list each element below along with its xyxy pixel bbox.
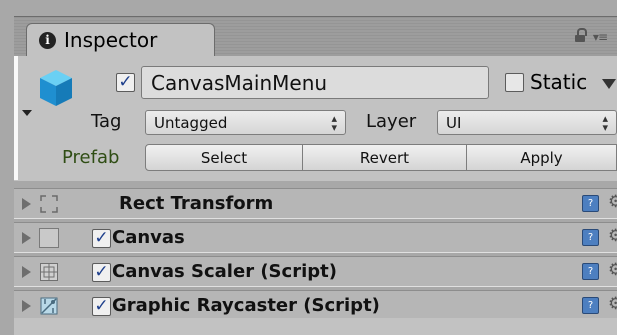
help-book-icon[interactable]: ? [582, 263, 599, 280]
static-dropdown-arrow-icon[interactable] [602, 79, 616, 89]
tag-label: Tag [91, 111, 122, 132]
gear-icon[interactable]: ⚙ [608, 260, 617, 280]
component-rect-transform[interactable]: Rect Transform ? ⚙ [14, 188, 617, 219]
canvas-scaler-icon [40, 263, 58, 281]
inspector-empty-area [14, 318, 617, 335]
component-name: Canvas [112, 227, 185, 248]
prefab-button-group: Select Revert Apply [145, 144, 617, 171]
rect-transform-icon [40, 195, 58, 213]
fold-arrow-icon[interactable] [22, 198, 31, 210]
checkmark-icon: ✓ [94, 228, 109, 248]
tag-value: Untagged [154, 113, 228, 132]
prefab-revert-button[interactable]: Revert [303, 144, 467, 171]
fold-arrow-icon[interactable] [22, 266, 31, 278]
static-label: Static [530, 70, 588, 94]
gear-icon[interactable]: ⚙ [608, 192, 617, 212]
component-enabled-checkbox[interactable]: ✓ [92, 263, 111, 282]
layer-value: UI [446, 113, 462, 132]
object-name-field[interactable]: CanvasMainMenu [141, 66, 489, 99]
lock-icon[interactable] [574, 28, 587, 42]
checkmark-icon: ✓ [94, 262, 109, 282]
component-name: Canvas Scaler (Script) [112, 261, 337, 282]
checkmark-icon: ✓ [94, 296, 109, 316]
help-book-icon[interactable]: ? [582, 195, 599, 212]
gear-icon[interactable]: ⚙ [608, 226, 617, 246]
help-book-icon[interactable]: ? [582, 229, 599, 246]
help-book-icon[interactable]: ? [582, 297, 599, 314]
prefab-apply-button[interactable]: Apply [467, 144, 617, 171]
layer-dropdown[interactable]: UI ▴ ▾ [437, 110, 617, 135]
gear-icon[interactable]: ⚙ [608, 294, 617, 314]
component-canvas-scaler[interactable]: ✓ Canvas Scaler (Script) ? ⚙ [14, 256, 617, 287]
tab-controls: ▾≡ [574, 28, 608, 44]
graphic-raycaster-icon [40, 297, 58, 315]
panel-edge [14, 56, 18, 180]
component-name: Graphic Raycaster (Script) [112, 295, 380, 316]
component-enabled-checkbox[interactable]: ✓ [92, 229, 111, 248]
tag-dropdown[interactable]: Untagged ▴ ▾ [145, 110, 346, 135]
chevron-updown-icon: ▴ ▾ [602, 112, 608, 134]
object-name-value: CanvasMainMenu [151, 70, 328, 95]
component-name: Rect Transform [119, 193, 274, 214]
tab-inspector[interactable]: i Inspector [26, 23, 215, 56]
component-enabled-checkbox[interactable]: ✓ [92, 297, 111, 316]
prefab-select-button[interactable]: Select [145, 144, 303, 171]
tab-menu-icon[interactable]: ▾≡ [593, 30, 608, 44]
gameobject-cube-icon[interactable] [38, 68, 74, 108]
layer-label: Layer [366, 111, 417, 132]
active-checkbox[interactable]: ✓ [116, 73, 135, 92]
info-icon: i [39, 31, 56, 49]
tab-inspector-label: Inspector [64, 28, 158, 52]
fold-arrow-icon[interactable] [22, 300, 31, 312]
checkmark-icon: ✓ [118, 72, 133, 92]
component-canvas[interactable]: ✓ Canvas ? ⚙ [14, 222, 617, 253]
fold-arrow-icon[interactable] [22, 232, 31, 244]
chevron-updown-icon: ▴ ▾ [331, 112, 337, 134]
canvas-icon [39, 228, 59, 248]
prefab-label: Prefab [62, 147, 120, 168]
component-graphic-raycaster[interactable]: ✓ Graphic Raycaster (Script) ? ⚙ [14, 290, 617, 321]
static-checkbox[interactable] [505, 73, 524, 92]
icon-dropdown-arrow-icon[interactable] [22, 110, 32, 116]
